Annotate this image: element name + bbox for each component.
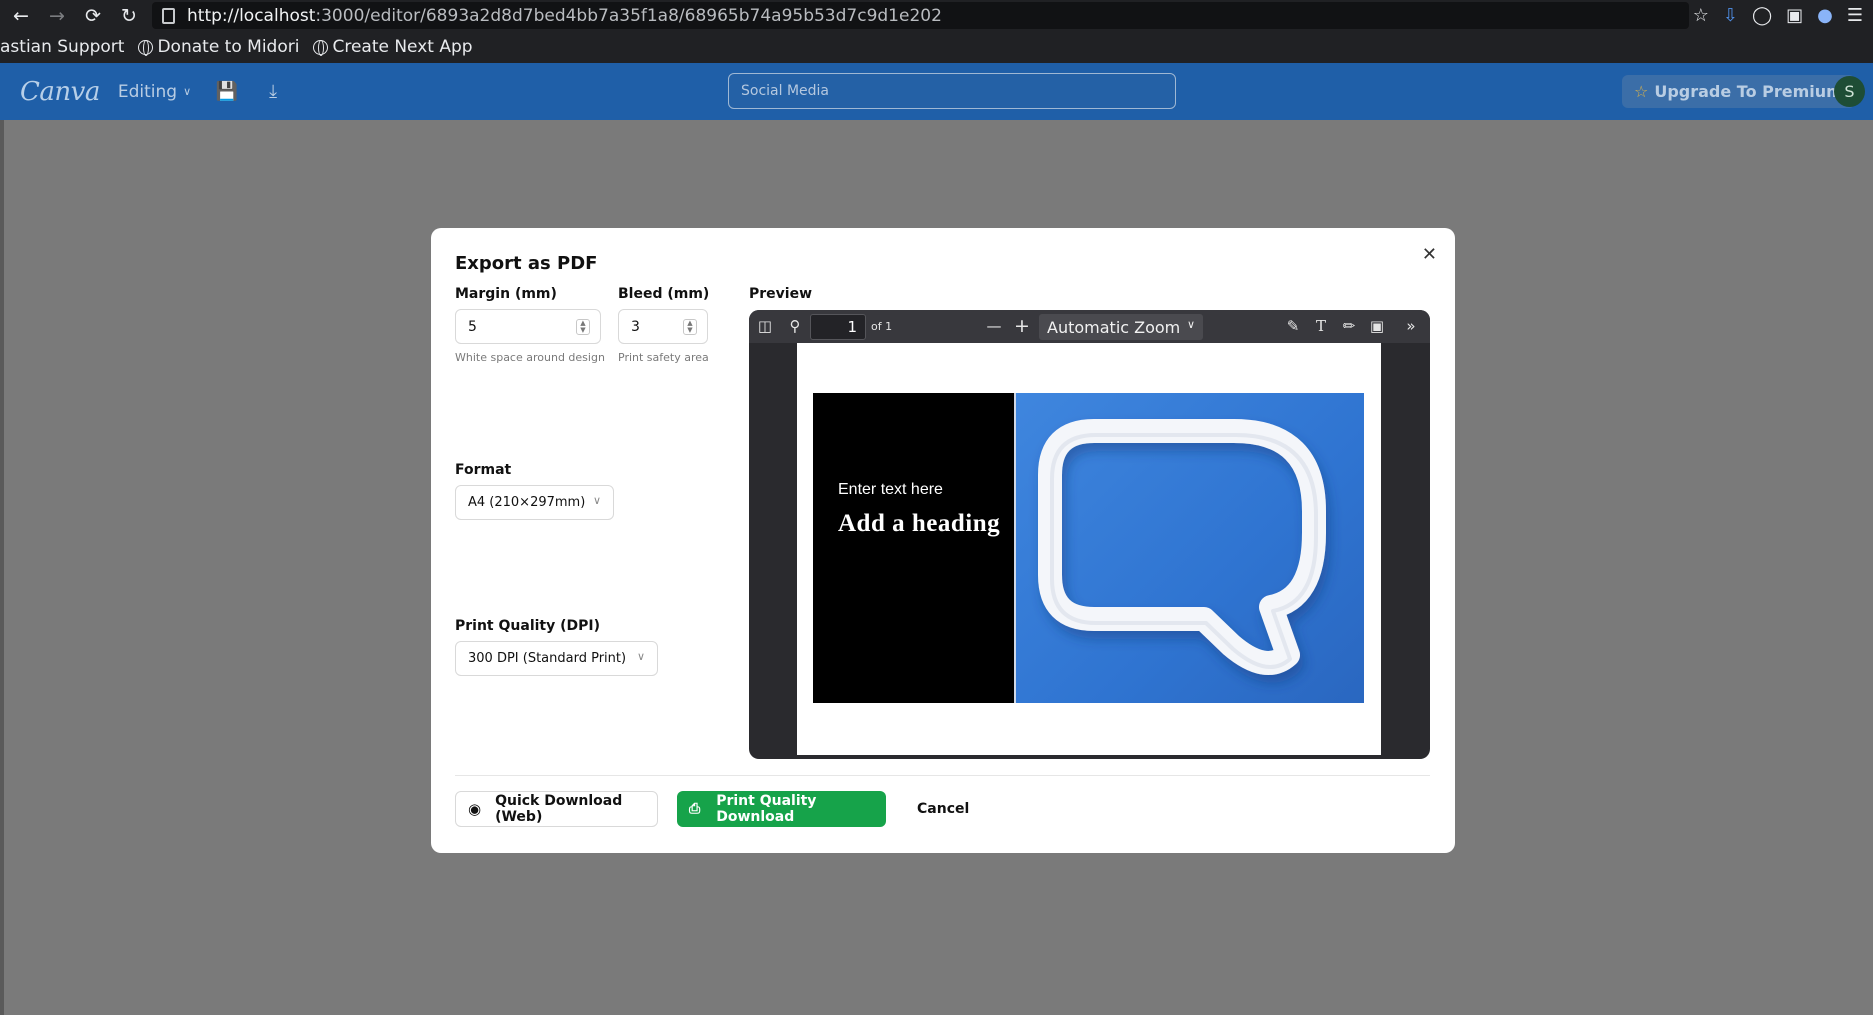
search-icon[interactable]: ⚲ [785,315,805,337]
draw-icon[interactable]: ✏ [1339,315,1359,337]
design-image [1014,393,1364,703]
margin-input[interactable]: 5 ▲ ▼ [455,309,601,344]
preview-label: Preview [749,286,813,302]
quick-download-button[interactable]: ◉ Quick Download (Web) [455,791,658,827]
loading-icon: ⟳ [85,4,101,27]
address-bar[interactable]: http://localhost:3000/editor/6893a2d8d7b… [152,2,1689,29]
bookmark-label: Donate to Midori [157,37,300,57]
eye-icon: ◉ [468,800,482,818]
pdf-preview: ◫ ⚲ 1 of 1 — + Automatic Zoom ∨ ✎ T ✏ ▣ … [749,310,1430,759]
download-icon[interactable]: ⤓ [263,81,283,102]
margin-stepper[interactable]: ▲ ▼ [576,319,590,335]
quality-label: Print Quality (DPI) [455,618,600,634]
zoom-value: Automatic Zoom [1047,317,1181,337]
upgrade-button[interactable]: ☆ Upgrade To Premium [1622,75,1855,108]
design-title-input[interactable]: Social Media [728,73,1176,109]
pdf-toolbar: ◫ ⚲ 1 of 1 — + Automatic Zoom ∨ ✎ T ✏ ▣ … [749,310,1430,343]
export-pdf-dialog: Export as PDF ✕ Margin (mm) 5 ▲ ▼ White s… [431,228,1455,853]
bleed-input[interactable]: 3 ▲ ▼ [618,309,708,344]
zoom-out-icon[interactable]: — [985,315,1003,337]
page-icon [162,7,175,24]
bookmark-label: Create Next App [332,37,473,57]
url-path: :3000/editor/6893a2d8d7bed4bb7a35f1a8/68… [315,5,942,26]
download-icon[interactable]: ⇩ [1723,5,1738,26]
globe-icon [313,39,329,56]
design-title-value: Social Media [741,83,830,99]
margin-hint: White space around design [455,351,605,364]
editing-mode-dropdown[interactable]: Editing ∨ [118,82,191,102]
highlight-icon[interactable]: ✎ [1283,315,1303,337]
printer-icon: ⎙ [689,801,701,817]
bleed-stepper[interactable]: ▲ ▼ [683,319,697,335]
cancel-button[interactable]: Cancel [917,791,969,827]
bookmark-star-icon[interactable]: ☆ [1693,5,1709,26]
close-icon[interactable]: ✕ [1422,244,1437,265]
format-select[interactable]: A4 (210×297mm) ∨ [455,485,614,520]
cancel-label: Cancel [917,801,970,817]
margin-label: Margin (mm) [455,286,557,302]
star-icon: ☆ [1634,82,1649,101]
chevron-down-icon: ∨ [183,85,192,98]
format-value: A4 (210×297mm) [468,495,586,510]
page-total: of 1 [871,319,893,333]
margin-value: 5 [468,318,477,335]
save-icon[interactable]: 💾 [216,81,238,102]
browser-toolbar: ← → ⟳ ↻ http://localhost:3000/editor/689… [0,0,1873,31]
bookmark-item[interactable]: Create Next App [313,37,473,57]
chevron-down-icon: ∨ [1186,318,1195,331]
quick-download-label: Quick Download (Web) [495,793,623,825]
extensions-icon[interactable]: ▣ [1786,5,1803,26]
menu-icon[interactable]: ☰ [1847,5,1863,26]
chevron-down-icon: ∨ [592,494,601,507]
design-subtext: Enter text here [838,481,943,498]
image-icon[interactable]: ▣ [1367,315,1387,337]
page-number-input[interactable]: 1 [810,314,866,340]
print-quality-download-button[interactable]: ⎙ Print Quality Download [677,791,886,827]
bookmark-item[interactable]: Donate to Midori [138,37,299,57]
bleed-label: Bleed (mm) [618,286,710,302]
back-icon[interactable]: ← [6,0,36,31]
zoom-in-icon[interactable]: + [1013,315,1031,337]
chevron-down-icon: ∨ [636,650,645,663]
bookmark-label: astian Support [0,37,125,57]
dialog-title: Export as PDF [455,253,598,274]
editing-mode-label: Editing [117,81,178,102]
speech-bubble-icon [1038,419,1326,675]
sidebar-toggle-icon[interactable]: ◫ [755,315,775,337]
upgrade-label: Upgrade To Premium [1654,82,1843,101]
reload-icon[interactable]: ↻ [114,0,144,31]
profile-icon[interactable]: ● [1817,5,1833,26]
url-host: http://localhost [187,5,316,26]
globe-icon [138,39,154,56]
more-tools-icon[interactable]: » [1401,315,1421,337]
avatar[interactable]: S [1834,76,1865,107]
forward-icon[interactable]: → [42,0,72,31]
left-divider [0,120,4,1015]
pdf-page: Enter text here Add a heading [797,343,1381,755]
account-icon[interactable]: ◯ [1752,5,1772,26]
bookmark-item[interactable]: astian Support [0,37,124,57]
quality-value: 300 DPI (Standard Print) [468,651,627,666]
bleed-value: 3 [631,318,640,335]
print-download-label: Print Quality Download [716,793,817,825]
app-header: Canva Editing ∨ 💾 ⤓ Social Media ☆ Upgra… [0,63,1873,120]
design-text-panel [813,393,1014,703]
zoom-select[interactable]: Automatic Zoom ∨ [1039,314,1203,340]
text-tool-icon[interactable]: T [1311,315,1331,337]
page-number-value: 1 [847,318,857,336]
bookmarks-bar: astian Support Donate to Midori Create N… [0,31,1873,63]
format-label: Format [455,462,512,478]
footer-divider [455,775,1430,776]
bleed-hint: Print safety area [618,351,709,364]
design-heading: Add a heading [838,510,1001,537]
quality-select[interactable]: 300 DPI (Standard Print) ∨ [455,641,658,676]
app-logo[interactable]: Canva [20,77,100,107]
